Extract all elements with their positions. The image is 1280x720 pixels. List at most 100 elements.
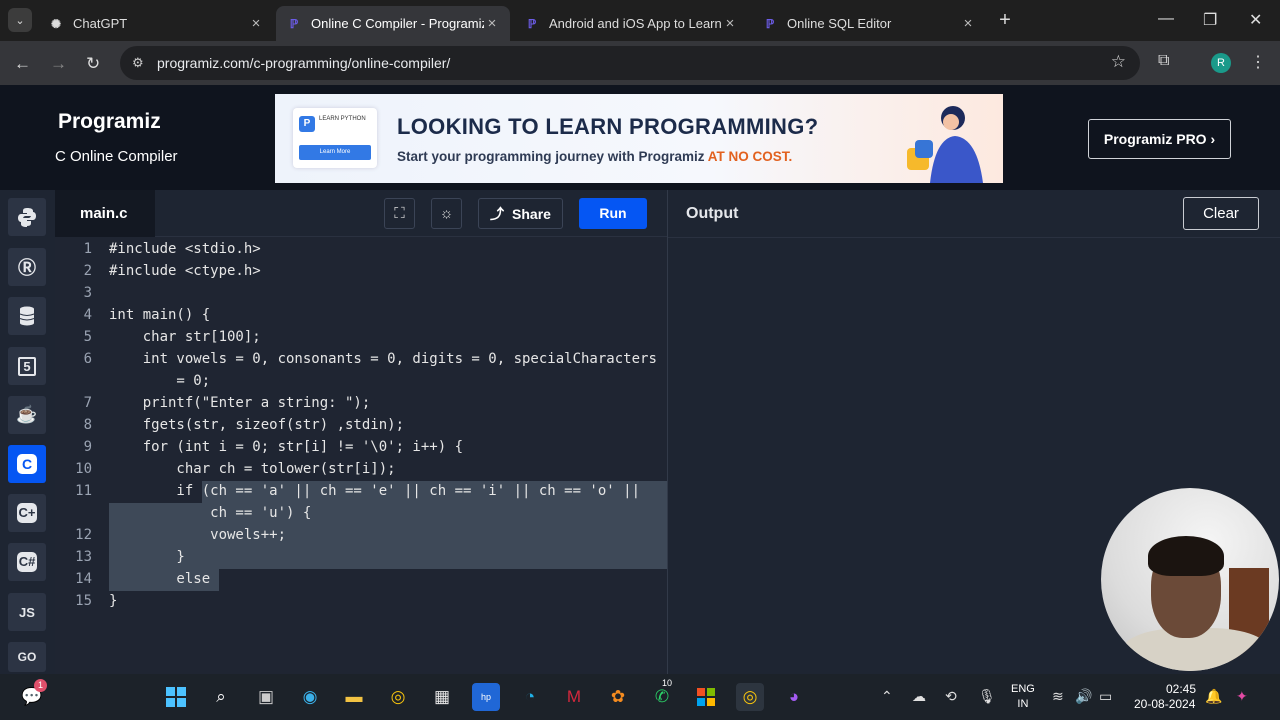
reload-icon[interactable]: ↻: [86, 54, 100, 74]
tab-online-sql-editor[interactable]: ℙ Online SQL Editor ×: [752, 6, 986, 41]
menu-kebab-icon[interactable]: ⋮: [1250, 52, 1266, 72]
quick-assist-icon[interactable]: ◔: [516, 683, 544, 711]
code-area[interactable]: 1 #include <stdio.h> 2 #include <ctype.h> 3 4…: [55, 238, 667, 674]
language-indicator[interactable]: ENG IN: [1011, 682, 1035, 712]
microphone-icon[interactable]: 🎙: [978, 688, 996, 705]
java-icon[interactable]: ☕: [8, 396, 46, 434]
notification-bell-icon[interactable]: 🔔: [1205, 688, 1222, 705]
code-line[interactable]: 14 else: [55, 568, 667, 590]
photos-icon[interactable]: ✿: [604, 683, 632, 711]
sql-icon[interactable]: [8, 297, 46, 335]
html5-icon[interactable]: 5: [8, 347, 46, 385]
theme-toggle-icon[interactable]: ☼: [431, 198, 462, 229]
back-icon[interactable]: ←: [14, 54, 31, 74]
edge-icon[interactable]: ◉: [296, 683, 324, 711]
run-button[interactable]: Run: [579, 198, 647, 229]
forward-icon[interactable]: →: [50, 54, 67, 74]
code-line[interactable]: 8 fgets(str, sizeof(str) ,stdin);: [55, 414, 667, 436]
store-icon[interactable]: ▦: [428, 683, 456, 711]
programiz-logo[interactable]: Programiz: [58, 110, 161, 134]
ad-banner[interactable]: P LEARN PYTHON Learn More LOOKING TO LEA…: [275, 94, 1003, 183]
code-line[interactable]: 1 #include <stdio.h>: [55, 238, 667, 260]
chrome-icon[interactable]: ◎: [384, 683, 412, 711]
whatsapp-icon[interactable]: ✆ 10: [648, 678, 676, 711]
close-icon[interactable]: ×: [248, 15, 264, 32]
code-line[interactable]: 4 int main() {: [55, 304, 667, 326]
minimize-icon[interactable]: —: [1158, 10, 1174, 28]
search-icon[interactable]: ⌕: [207, 683, 235, 711]
file-tab-main-c[interactable]: main.c: [55, 190, 155, 237]
clock-time[interactable]: 02:45: [1148, 682, 1196, 697]
line-number: 4: [83, 307, 92, 323]
clear-button[interactable]: Clear: [1183, 197, 1259, 230]
start-icon[interactable]: [162, 683, 190, 711]
clock-date[interactable]: 20-08-2024: [1134, 697, 1195, 711]
sync-icon[interactable]: ⟲: [945, 688, 957, 705]
fullscreen-icon[interactable]: ⛶: [384, 198, 415, 229]
chrome-profile-icon[interactable]: ◎: [736, 683, 764, 711]
share-icon: ⤴: [490, 205, 505, 222]
go-icon[interactable]: GO: [8, 642, 46, 672]
code-line[interactable]: ch == 'u') {: [55, 502, 667, 524]
profile-avatar[interactable]: R: [1211, 53, 1231, 73]
mcafee-icon[interactable]: M: [560, 683, 588, 711]
code-line[interactable]: 6 int vowels = 0, consonants = 0, digits…: [55, 348, 667, 370]
line-number: 10: [75, 461, 92, 477]
close-window-icon[interactable]: ✕: [1249, 10, 1262, 30]
new-tab-button[interactable]: +: [994, 9, 1016, 31]
omnibox[interactable]: ⚙ programiz.com/c-programming/online-com…: [120, 46, 1140, 80]
myhp-icon[interactable]: hp: [472, 683, 500, 711]
tab-android-ios-app[interactable]: ℙ Android and iOS App to Learn Programmi…: [514, 6, 748, 41]
code-text: #include <ctype.h>: [109, 263, 261, 279]
restore-icon[interactable]: ❐: [1203, 10, 1217, 30]
close-icon[interactable]: ×: [960, 15, 976, 32]
tab-chatgpt[interactable]: ✺ ChatGPT ×: [38, 6, 274, 41]
js-icon[interactable]: JS: [8, 593, 46, 631]
banner-learn-more-button[interactable]: Learn More: [299, 145, 371, 160]
url-text[interactable]: programiz.com/c-programming/online-compi…: [157, 55, 450, 71]
task-view-icon[interactable]: ▣: [252, 683, 280, 711]
volume-icon[interactable]: 🔊: [1075, 688, 1092, 705]
code-text: for (int i = 0; str[i] != '\0'; i++) {: [109, 439, 464, 455]
python-icon[interactable]: [8, 198, 46, 236]
r-icon[interactable]: Ⓡ: [8, 248, 46, 286]
close-icon[interactable]: ×: [722, 15, 738, 32]
code-line[interactable]: 3: [55, 282, 667, 304]
office-icon[interactable]: [692, 683, 720, 711]
tab-online-c-compiler[interactable]: ℙ Online C Compiler - Programiz ×: [276, 6, 510, 41]
code-line[interactable]: 15}: [55, 590, 667, 612]
code-line[interactable]: 12 vowels++;: [55, 524, 667, 546]
code-line[interactable]: 11 if (ch == 'a' || ch == 'e' || ch == '…: [55, 480, 667, 502]
csharp-icon[interactable]: C#: [8, 543, 46, 581]
share-button[interactable]: ⤴ Share: [478, 198, 563, 229]
banner-illustration: [907, 106, 983, 183]
code-text: char str[100];: [109, 329, 261, 345]
line-number: 9: [83, 439, 92, 455]
site-info-icon[interactable]: ⚙: [132, 55, 144, 71]
wifi-icon[interactable]: ≋: [1052, 688, 1064, 705]
code-line[interactable]: 5 char str[100];: [55, 326, 667, 348]
tab-title: Online C Compiler - Programiz: [311, 16, 484, 31]
code-line[interactable]: 10 char ch = tolower(str[i]);: [55, 458, 667, 480]
show-hidden-icon[interactable]: ⌃: [881, 688, 893, 705]
code-line[interactable]: 7 printf("Enter a string: ");: [55, 392, 667, 414]
app-icon[interactable]: ◕: [780, 683, 808, 711]
tab-search-button[interactable]: ⌄: [8, 8, 32, 32]
file-explorer-icon[interactable]: ▬: [340, 683, 368, 711]
code-line[interactable]: 2 #include <ctype.h>: [55, 260, 667, 282]
code-line[interactable]: = 0;: [55, 370, 667, 392]
code-line[interactable]: 9 for (int i = 0; str[i] != '\0'; i++) {: [55, 436, 667, 458]
cpp-icon[interactable]: C+: [8, 494, 46, 532]
copilot-icon[interactable]: ✦: [1236, 688, 1248, 705]
extensions-icon[interactable]: ⧉: [1158, 52, 1169, 70]
notification-badge: 1: [34, 679, 47, 692]
onedrive-icon[interactable]: ☁: [912, 688, 926, 705]
chat-icon[interactable]: 💬 1: [18, 679, 47, 711]
programiz-pro-button[interactable]: Programiz PRO ›: [1088, 119, 1231, 159]
close-icon[interactable]: ×: [484, 15, 500, 32]
c-icon[interactable]: C: [8, 445, 46, 483]
code-line[interactable]: 13 }: [55, 546, 667, 568]
battery-icon[interactable]: ▭: [1099, 688, 1112, 705]
bookmark-star-icon[interactable]: ☆: [1111, 52, 1126, 72]
code-text: = 0;: [109, 373, 211, 389]
